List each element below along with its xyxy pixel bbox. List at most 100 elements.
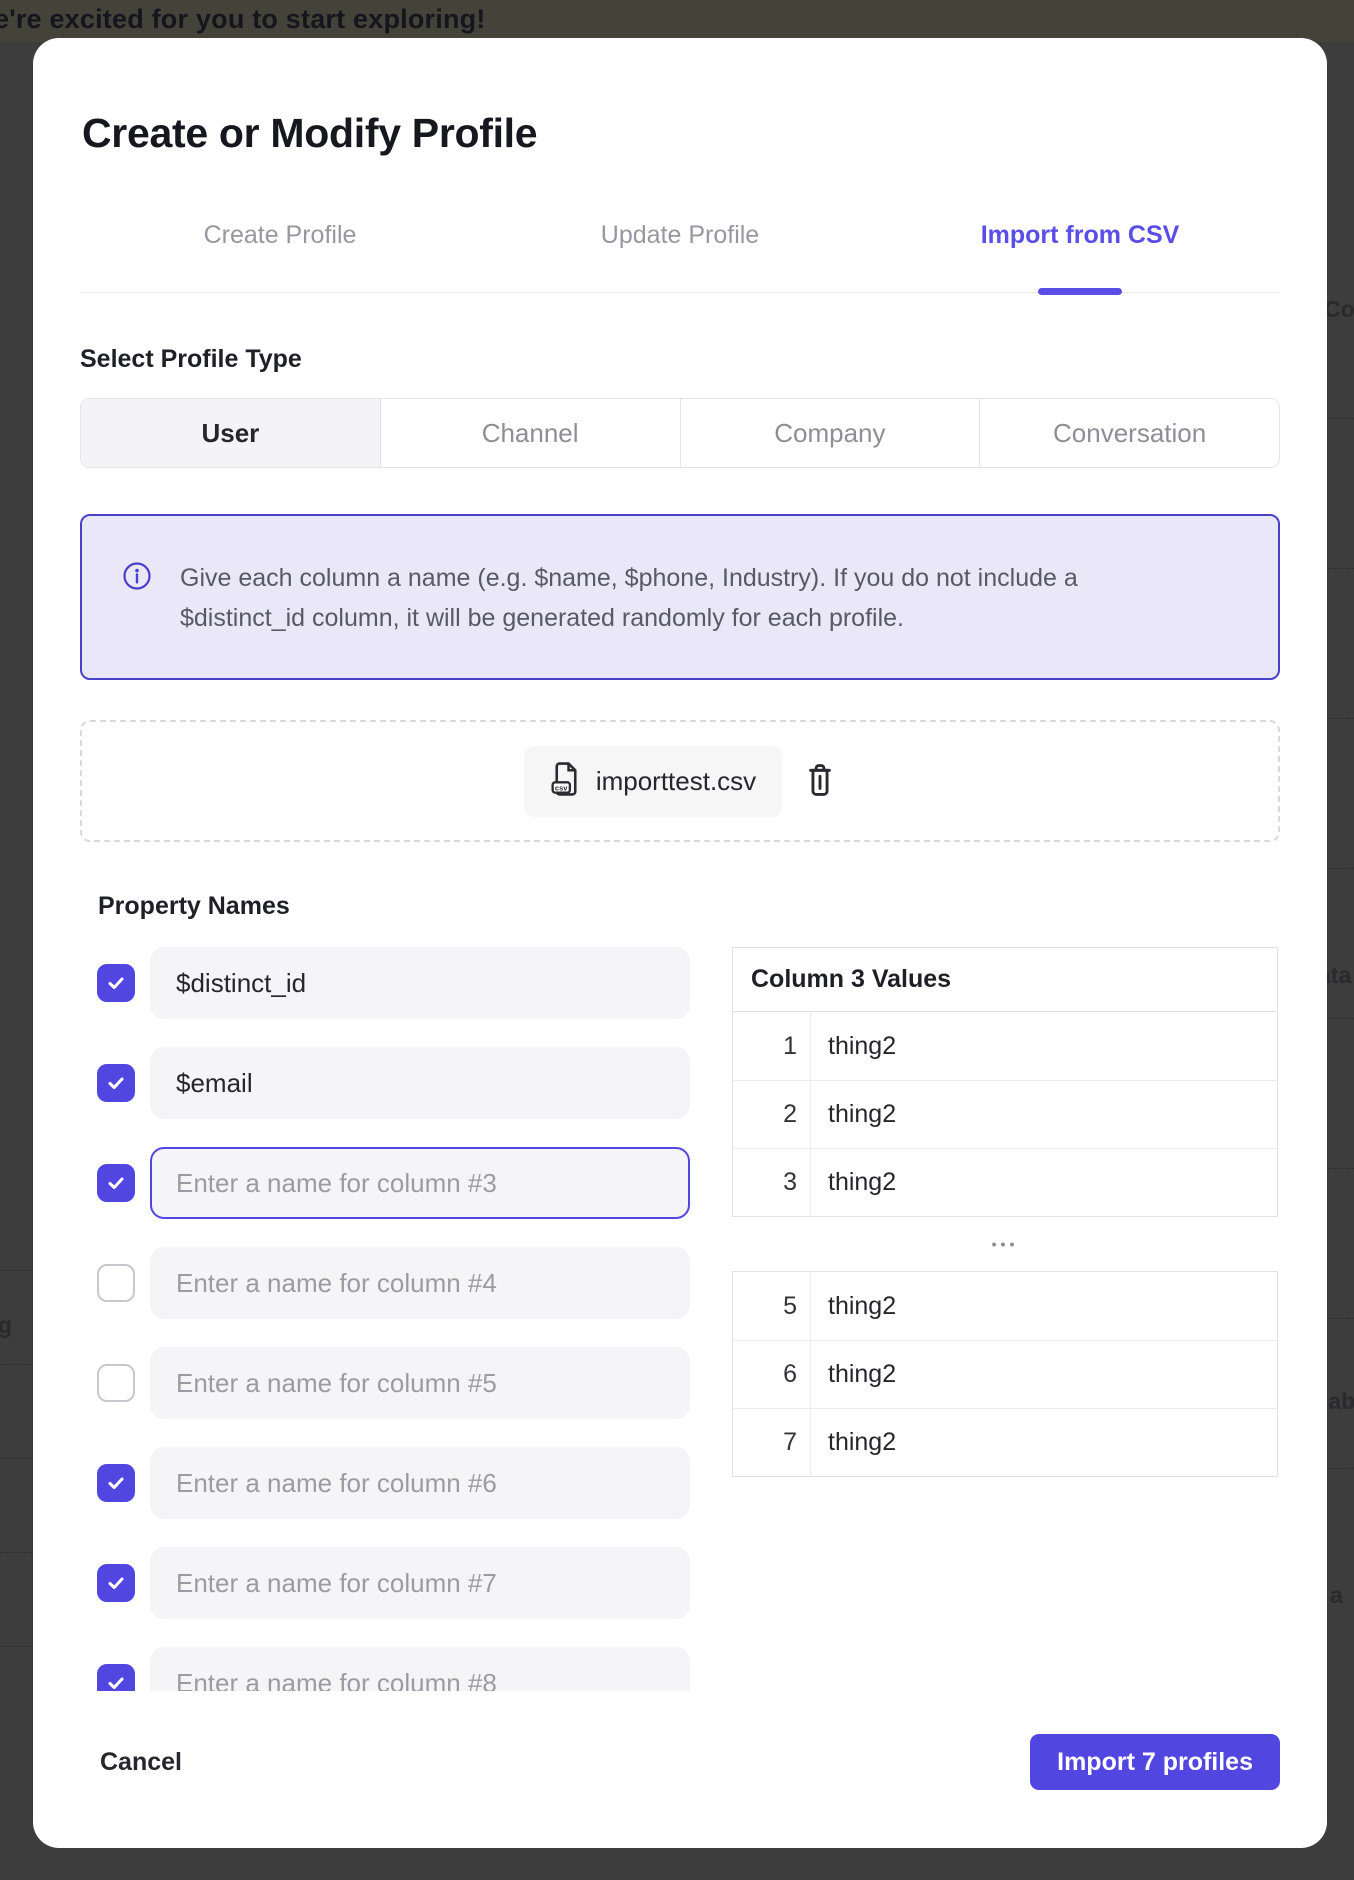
uploaded-file-name: importtest.csv	[596, 766, 756, 797]
table-row: 2 thing2	[733, 1080, 1277, 1148]
check-icon	[105, 1172, 127, 1194]
column-2-checkbox[interactable]	[97, 1064, 135, 1102]
tab-label: Create Profile	[204, 221, 357, 249]
check-icon	[105, 1072, 127, 1094]
background-row-line	[1328, 718, 1354, 719]
tab-label: Import from CSV	[981, 221, 1180, 249]
column-4-name-input[interactable]	[150, 1247, 690, 1319]
row-number: 1	[733, 1012, 811, 1080]
page-title: Create or Modify Profile	[82, 110, 1280, 157]
segment-user[interactable]: User	[81, 399, 380, 467]
row-number: 5	[733, 1272, 811, 1340]
row-value: thing2	[811, 1272, 1277, 1340]
column-5-name-input[interactable]	[150, 1347, 690, 1419]
background-row-line	[0, 1364, 32, 1365]
row-number: 2	[733, 1081, 811, 1148]
row-value: thing2	[811, 1012, 1277, 1080]
background-banner: e're excited for you to start exploring!	[0, 0, 1354, 42]
csv-dropzone[interactable]: csv importtest.csv	[80, 720, 1280, 842]
profile-type-segmented-control: User Channel Company Conversation	[80, 398, 1280, 468]
property-row	[80, 1447, 690, 1519]
tab-label: Update Profile	[601, 221, 759, 249]
create-or-modify-profile-modal: Create or Modify Profile Create Profile …	[33, 38, 1327, 1848]
table-row: 6 thing2	[733, 1340, 1277, 1408]
preview-table-bottom: 5 thing2 6 thing2 7 thing2	[732, 1271, 1278, 1477]
column-6-checkbox[interactable]	[97, 1464, 135, 1502]
background-text-fragment: g	[0, 1312, 12, 1339]
trash-icon	[804, 763, 836, 800]
background-row-line	[0, 1646, 32, 1647]
background-row-line	[1328, 568, 1354, 569]
svg-text:csv: csv	[555, 783, 568, 792]
properties-area: Column 3 Values 1 thing2 2 thing2 3 thin…	[80, 947, 1280, 1691]
column-7-name-input[interactable]	[150, 1547, 690, 1619]
row-value: thing2	[811, 1081, 1277, 1148]
column-8-checkbox[interactable]	[97, 1664, 135, 1691]
column-7-checkbox[interactable]	[97, 1564, 135, 1602]
rows-ellipsis: •••	[732, 1217, 1278, 1271]
background-row-line	[1328, 1018, 1354, 1019]
check-icon	[105, 972, 127, 994]
table-row: 3 thing2	[733, 1148, 1277, 1216]
background-banner-text: e're excited for you to start exploring!	[0, 4, 486, 35]
modal-footer: Cancel Import 7 profiles	[100, 1734, 1280, 1790]
row-value: thing2	[811, 1341, 1277, 1408]
background-row-line	[1328, 1318, 1354, 1319]
column-8-name-input[interactable]	[150, 1647, 690, 1691]
remove-file-button[interactable]	[804, 763, 836, 800]
table-row: 7 thing2	[733, 1408, 1277, 1476]
tab-import-from-csv[interactable]: Import from CSV	[880, 221, 1280, 292]
active-tab-indicator	[1038, 288, 1122, 295]
tab-update-profile[interactable]: Update Profile	[480, 221, 880, 292]
segment-conversation[interactable]: Conversation	[979, 399, 1279, 467]
column-6-name-input[interactable]	[150, 1447, 690, 1519]
preview-table-top: Column 3 Values 1 thing2 2 thing2 3 thin…	[732, 947, 1278, 1217]
column-5-checkbox[interactable]	[97, 1364, 135, 1402]
row-value: thing2	[811, 1149, 1277, 1216]
property-row	[80, 1047, 690, 1119]
column-values-preview: Column 3 Values 1 thing2 2 thing2 3 thin…	[732, 947, 1278, 1691]
import-profiles-button[interactable]: Import 7 profiles	[1030, 1734, 1280, 1790]
column-3-checkbox[interactable]	[97, 1164, 135, 1202]
property-row	[80, 1647, 690, 1691]
table-row: 1 thing2	[733, 1012, 1277, 1080]
property-row	[80, 1247, 690, 1319]
uploaded-file-pill: csv importtest.csv	[524, 746, 782, 817]
column-3-name-input[interactable]	[150, 1147, 690, 1219]
tab-create-profile[interactable]: Create Profile	[80, 221, 480, 292]
background-row-line	[1328, 1168, 1354, 1169]
row-number: 7	[733, 1409, 811, 1476]
check-icon	[105, 1472, 127, 1494]
cancel-button[interactable]: Cancel	[100, 1748, 182, 1777]
csv-file-icon: csv	[550, 761, 582, 802]
column-4-checkbox[interactable]	[97, 1264, 135, 1302]
row-number: 6	[733, 1341, 811, 1408]
property-names-label: Property Names	[98, 892, 1280, 921]
background-text-fragment: Co	[1324, 296, 1354, 323]
property-row	[80, 1347, 690, 1419]
background-row-line	[1328, 868, 1354, 869]
background-row-line	[1328, 1468, 1354, 1469]
background-row-line	[1328, 418, 1354, 419]
tab-bar: Create Profile Update Profile Import fro…	[80, 221, 1280, 293]
row-value: thing2	[811, 1409, 1277, 1476]
info-icon	[122, 561, 152, 596]
background-row-line	[0, 1458, 32, 1459]
check-icon	[105, 1672, 127, 1691]
column-2-name-input[interactable]	[150, 1047, 690, 1119]
check-icon	[105, 1572, 127, 1594]
column-1-name-input[interactable]	[150, 947, 690, 1019]
select-profile-type-label: Select Profile Type	[80, 345, 1280, 374]
preview-table-header: Column 3 Values	[733, 948, 1277, 1012]
info-callout: Give each column a name (e.g. $name, $ph…	[80, 514, 1280, 680]
table-row: 5 thing2	[733, 1272, 1277, 1340]
background-row-line	[0, 1270, 32, 1271]
property-row	[80, 947, 690, 1019]
property-row	[80, 1547, 690, 1619]
segment-channel[interactable]: Channel	[380, 399, 680, 467]
segment-company[interactable]: Company	[680, 399, 980, 467]
background-row-line	[0, 1552, 32, 1553]
column-1-checkbox[interactable]	[97, 964, 135, 1002]
property-row	[80, 1147, 690, 1219]
row-number: 3	[733, 1149, 811, 1216]
